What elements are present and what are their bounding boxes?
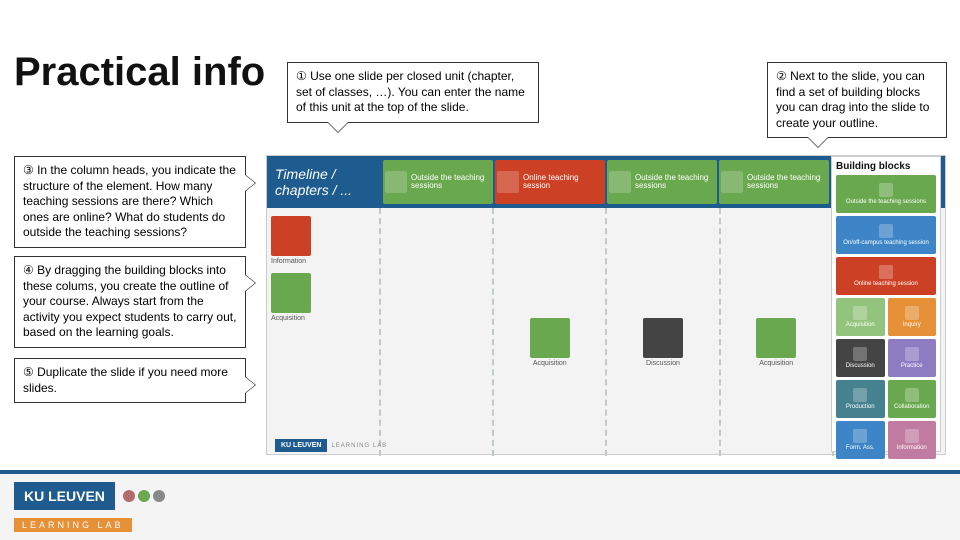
- slide-footer: KU LEUVEN LEARNING LAB: [275, 439, 387, 452]
- building-block: Production: [836, 380, 885, 418]
- building-block: Inquiry: [888, 298, 937, 336]
- building-block: Practice: [888, 339, 937, 377]
- callout-2: ② Next to the slide, you can find a set …: [767, 62, 947, 138]
- block-information: [271, 216, 311, 256]
- lane-block-label: Acquisition: [520, 360, 580, 367]
- lane-block: [643, 318, 683, 358]
- building-blocks-title: Building blocks: [836, 161, 936, 172]
- slide-preview: Timeline / chapters / ... Outside the te…: [266, 155, 946, 455]
- column-head: Online teaching session: [495, 160, 605, 204]
- building-block: Form. Ass.: [836, 421, 885, 459]
- building-block: Outside the teaching sessions: [836, 175, 936, 213]
- column-head: Outside the teaching sessions: [719, 160, 829, 204]
- lane-block-label: Discussion: [633, 360, 693, 367]
- callout-3: ③ In the column heads, you indicate the …: [14, 156, 246, 248]
- callout-5: ⑤ Duplicate the slide if you need more s…: [14, 358, 246, 403]
- page-title: Practical info: [14, 50, 265, 95]
- building-block: On/off-campus teaching session: [836, 216, 936, 254]
- timeline-label: Timeline / chapters / ...: [267, 156, 379, 208]
- footer-bar: KU LEUVEN LEARNING LAB: [0, 470, 960, 540]
- building-blocks-panel: Building blocks Outside the teaching ses…: [831, 156, 941, 452]
- dots-icon: [123, 490, 165, 502]
- column-head: Outside the teaching sessions: [607, 160, 717, 204]
- lane-3: Discussion: [605, 208, 718, 456]
- lane-2: Acquisition: [492, 208, 605, 456]
- lane-block: [756, 318, 796, 358]
- lane-1: [379, 208, 492, 456]
- callout-1: ① Use one slide per closed unit (chapter…: [287, 62, 539, 123]
- building-block: Discussion: [836, 339, 885, 377]
- block-acquisition: [271, 273, 311, 313]
- callout-4: ④ By dragging the building blocks into t…: [14, 256, 246, 348]
- building-block: Collaboration: [888, 380, 937, 418]
- lane-4: Acquisition: [719, 208, 832, 456]
- learning-lab-label: LEARNING LAB: [14, 518, 132, 532]
- building-block: Online teaching session: [836, 257, 936, 295]
- lane-block-label: Acquisition: [746, 360, 806, 367]
- lane-block: [530, 318, 570, 358]
- column-head: Outside the teaching sessions: [383, 160, 493, 204]
- kul-badge: KU LEUVEN: [14, 482, 115, 510]
- building-block: Information: [888, 421, 937, 459]
- side-blocks: InformationAcquisition: [267, 208, 379, 456]
- building-block: Acquisition: [836, 298, 885, 336]
- kul-badge-mini: KU LEUVEN: [275, 439, 327, 452]
- learning-lab-mini: LEARNING LAB: [331, 443, 387, 449]
